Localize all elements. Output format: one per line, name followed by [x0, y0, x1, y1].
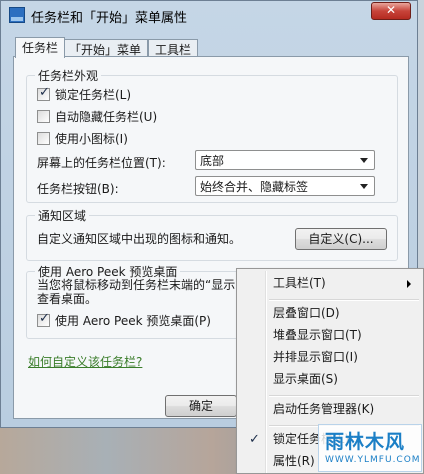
menu-item-cascade-windows[interactable]: 层叠窗口(D)	[239, 303, 421, 324]
taskbar-buttons-value: 始终合并、隐藏标签	[200, 180, 309, 194]
taskbar-location-value: 底部	[200, 154, 225, 168]
help-link[interactable]: 如何自定义该任务栏?	[28, 353, 142, 370]
taskbar-location-select[interactable]: 底部	[195, 150, 375, 170]
tab-toolbars[interactable]: 工具栏	[148, 39, 199, 57]
small-icons-option[interactable]: 使用小图标(I)	[37, 130, 128, 148]
tab-start-menu[interactable]: 「开始」菜单	[62, 39, 149, 57]
taskbar-properties-icon	[9, 7, 25, 23]
chevron-down-icon	[360, 158, 368, 163]
ok-button[interactable]: 确定	[165, 395, 237, 417]
appearance-group: 任务栏外观 锁定任务栏(L) 自动隐藏任务栏(U) 使用小图标(I) 屏幕上的任…	[26, 67, 398, 203]
notification-description: 自定义通知区域中出现的图标和通知。	[37, 232, 242, 246]
lock-taskbar-label: 锁定任务栏(L)	[55, 88, 132, 102]
auto-hide-checkbox[interactable]	[37, 110, 50, 123]
auto-hide-option[interactable]: 自动隐藏任务栏(U)	[37, 108, 157, 126]
menu-item-stack-windows[interactable]: 堆叠显示窗口(T)	[239, 325, 421, 346]
taskbar-location-label: 屏幕上的任务栏位置(T):	[37, 156, 166, 170]
watermark-url: WWW.YLMFU.COM	[325, 455, 421, 465]
lock-taskbar-checkbox[interactable]	[37, 85, 50, 101]
aero-peek-description-line2: 查看桌面。	[37, 292, 98, 306]
menu-item-toolbars[interactable]: 工具栏(T)	[239, 273, 421, 294]
lock-taskbar-option[interactable]: 锁定任务栏(L)	[37, 85, 132, 104]
watermark: 雨林木风 WWW.YLMFU.COM	[318, 424, 422, 472]
taskbar-buttons-label: 任务栏按钮(B):	[37, 182, 119, 196]
taskbar-buttons-select[interactable]: 始终合并、隐藏标签	[195, 176, 375, 196]
menu-item-show-desktop[interactable]: 显示桌面(S)	[239, 369, 421, 390]
checkmark-icon: ✓	[249, 432, 260, 447]
window-title: 任务栏和「开始」菜单属性	[31, 11, 188, 26]
menu-separator	[269, 299, 419, 301]
aero-peek-option[interactable]: 使用 Aero Peek 预览桌面(P)	[37, 311, 211, 330]
small-icons-label: 使用小图标(I)	[55, 132, 128, 146]
notification-group-title: 通知区域	[35, 207, 90, 224]
chevron-down-icon	[360, 184, 368, 189]
close-button[interactable]: ✕	[371, 2, 411, 20]
small-icons-checkbox[interactable]	[37, 132, 50, 145]
aero-peek-label: 使用 Aero Peek 预览桌面(P)	[55, 314, 211, 328]
menu-item-task-manager[interactable]: 启动任务管理器(K)	[239, 399, 421, 420]
tab-taskbar[interactable]: 任务栏	[15, 37, 66, 58]
notification-group: 通知区域 自定义通知区域中出现的图标和通知。 自定义(C)...	[26, 207, 398, 261]
auto-hide-label: 自动隐藏任务栏(U)	[55, 110, 158, 124]
menu-item-side-by-side[interactable]: 并排显示窗口(I)	[239, 347, 421, 368]
chevron-right-icon	[407, 280, 411, 288]
title-bar[interactable]: 任务栏和「开始」菜单属性 ✕	[1, 1, 417, 29]
menu-separator	[269, 395, 419, 397]
watermark-logo: 雨林木风	[325, 431, 406, 453]
menu-item-label: 工具栏(T)	[273, 276, 326, 290]
appearance-group-title: 任务栏外观	[35, 67, 102, 84]
aero-peek-checkbox[interactable]	[37, 311, 50, 327]
customize-button[interactable]: 自定义(C)...	[295, 228, 387, 250]
